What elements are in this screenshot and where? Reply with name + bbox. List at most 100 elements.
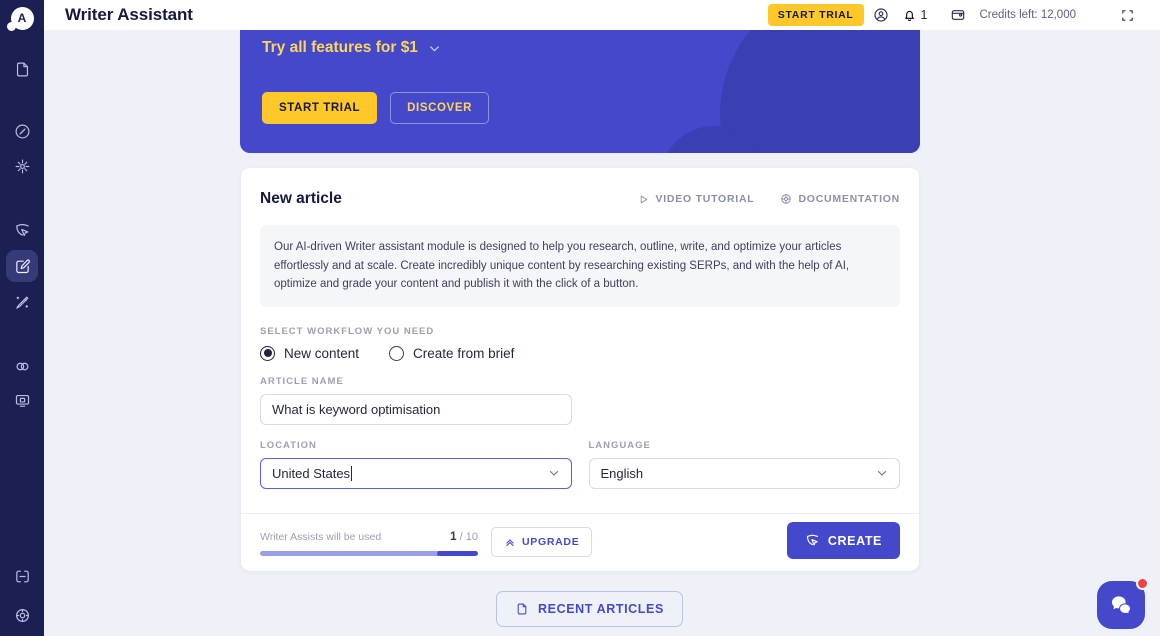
notifications-button[interactable]: 1 <box>902 8 928 23</box>
chevron-down-icon <box>875 466 889 480</box>
card-footer: Writer Assists will be used 1 / 10 UPGRA… <box>260 522 900 559</box>
sidebar-item-ai-magic[interactable] <box>6 286 38 318</box>
sidebar-item-collapse[interactable] <box>6 560 38 592</box>
compass-icon <box>15 124 29 138</box>
text-cursor <box>351 465 353 481</box>
documentation-label: DOCUMENTATION <box>798 193 900 205</box>
sidebar-item-monitor[interactable] <box>6 384 38 416</box>
video-tutorial-label: VIDEO TUTORIAL <box>655 193 755 205</box>
language-select[interactable]: English <box>588 457 900 489</box>
main-content: Try all features for $1 START TRIAL DISC… <box>44 30 1160 636</box>
location-select[interactable]: United States <box>260 457 572 489</box>
banner-discover-button[interactable]: DISCOVER <box>390 92 490 124</box>
links-icon <box>16 362 28 370</box>
chat-unread-badge <box>1136 577 1149 590</box>
banner-title-row[interactable]: Try all features for $1 <box>262 30 898 57</box>
fullscreen-button[interactable] <box>1110 3 1144 27</box>
chevrons-up-icon <box>506 539 514 547</box>
card-divider <box>241 513 919 514</box>
assists-count: 1 / 10 <box>450 531 478 543</box>
header-start-trial-button[interactable]: START TRIAL <box>767 4 864 26</box>
app-root: A Writer Assistant START TRIAL 1 Credits… <box>0 0 1160 636</box>
language-label: LANGUAGE <box>588 439 651 451</box>
article-name-field: ARTICLE NAME <box>260 376 900 425</box>
recent-articles-label: RECENT ARTICLES <box>538 602 664 616</box>
assists-label: Writer Assists will be used <box>260 531 382 543</box>
chevron-down-icon <box>547 466 561 480</box>
radio-indicator-selected <box>260 345 275 361</box>
new-article-card: New article VIDEO TUTORIAL DOCUMENTATION… <box>241 168 919 571</box>
assists-used: 1 <box>450 531 457 543</box>
workflow-section: SELECT WORKFLOW YOU NEED New content Cre… <box>260 326 900 361</box>
wallet-icon <box>952 10 965 20</box>
assists-progress-bar <box>260 551 478 556</box>
banner-title: Try all features for $1 <box>262 39 418 56</box>
chevron-down-icon <box>427 41 442 56</box>
page-icon <box>16 62 28 76</box>
banner-start-trial-button[interactable]: START TRIAL <box>262 92 378 124</box>
article-name-input[interactable] <box>260 393 572 425</box>
chat-bubble-icon <box>1111 595 1131 615</box>
wand-icon <box>15 296 28 309</box>
header-actions: START TRIAL 1 Credits left: 12,000 <box>767 3 1144 27</box>
logo-dot <box>6 21 16 31</box>
radio-new-content-label: New content <box>284 345 360 361</box>
documentation-link[interactable]: DOCUMENTATION <box>780 193 900 205</box>
video-tutorial-link[interactable]: VIDEO TUTORIAL <box>638 193 754 205</box>
page-title: Writer Assistant <box>65 5 193 24</box>
chat-widget-button[interactable] <box>1097 577 1149 629</box>
radio-indicator-unselected <box>389 345 405 361</box>
sidebar-item-keywords[interactable] <box>6 150 38 182</box>
writer-assists-meter: Writer Assists will be used 1 / 10 <box>260 531 478 556</box>
assists-progress-fill <box>436 551 478 556</box>
notification-count: 1 <box>920 8 928 22</box>
sidebar-item-writer-assistant[interactable] <box>6 250 38 282</box>
bell-icon <box>904 10 914 21</box>
radio-create-from-brief-label: Create from brief <box>413 345 515 361</box>
cursor-shield-icon <box>15 223 29 236</box>
workflow-radio-group: New content Create from brief <box>260 345 900 361</box>
language-value: English <box>600 465 644 481</box>
location-label: LOCATION <box>260 439 317 451</box>
sidebar-item-compass[interactable] <box>6 115 38 147</box>
sidebar-item-settings[interactable] <box>6 599 38 631</box>
sidebar-item-backlinks[interactable] <box>6 350 38 382</box>
credits-button[interactable] <box>941 3 975 27</box>
radio-new-content[interactable]: New content <box>260 345 360 361</box>
language-field: LANGUAGE English <box>588 439 900 489</box>
banner-buttons: START TRIAL DISCOVER <box>262 92 898 124</box>
credits-label: Credits left: 12,000 <box>979 9 1076 21</box>
card-title: New article <box>260 190 342 207</box>
card-description: Our AI-driven Writer assistant module is… <box>260 225 900 307</box>
sidebar-item-rank-tracker[interactable] <box>6 214 38 246</box>
location-language-row: LOCATION United States LANGUAGE English <box>260 440 900 489</box>
atom-icon <box>15 159 29 173</box>
radio-create-from-brief[interactable]: Create from brief <box>389 345 515 361</box>
app-logo[interactable]: A <box>0 3 44 33</box>
account-button[interactable] <box>864 3 898 27</box>
sidebar-item-pages[interactable] <box>6 53 38 85</box>
promo-banner: Try all features for $1 START TRIAL DISC… <box>240 30 920 153</box>
logo-letter: A <box>17 11 27 25</box>
location-value: United States <box>272 465 351 481</box>
minus-circle-icon <box>15 570 29 582</box>
create-button[interactable]: CREATE <box>786 522 900 559</box>
cursor-shield-icon <box>806 534 818 546</box>
recent-articles-button[interactable]: RECENT ARTICLES <box>496 591 683 627</box>
play-icon <box>641 195 648 203</box>
workflow-label: SELECT WORKFLOW YOU NEED <box>260 325 435 337</box>
top-header: Writer Assistant START TRIAL 1 Credits l… <box>44 0 1160 30</box>
location-field: LOCATION United States <box>260 440 572 489</box>
fullscreen-icon <box>1121 9 1133 21</box>
upgrade-button[interactable]: UPGRADE <box>491 527 593 557</box>
target-icon <box>15 608 29 622</box>
gear-icon <box>781 194 792 204</box>
document-icon <box>517 603 527 615</box>
edit-square-icon <box>15 259 30 273</box>
monitor-icon <box>15 394 29 407</box>
account-icon <box>873 8 888 22</box>
upgrade-label: UPGRADE <box>522 536 580 548</box>
card-header-links: VIDEO TUTORIAL DOCUMENTATION <box>638 193 900 205</box>
assists-total: / 10 <box>459 531 478 543</box>
article-name-label: ARTICLE NAME <box>260 375 344 387</box>
